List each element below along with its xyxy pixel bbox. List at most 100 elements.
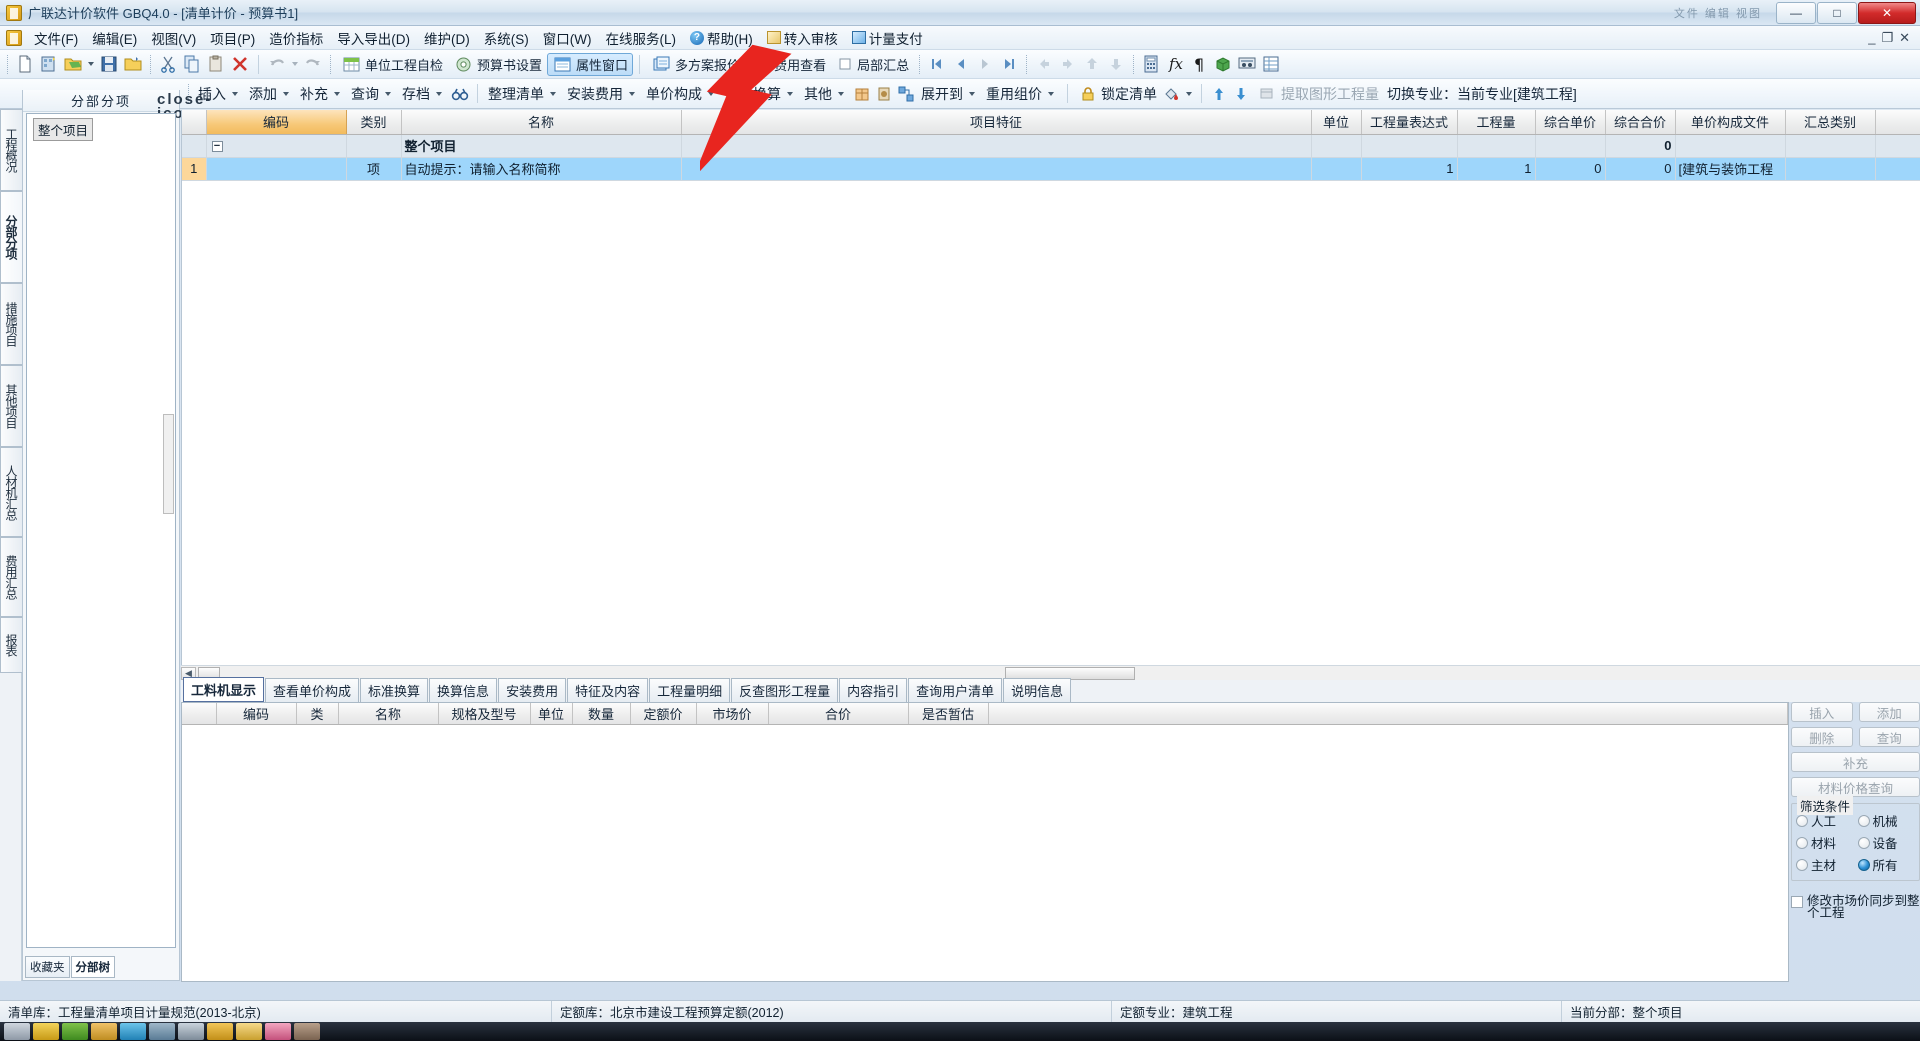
multi-plan-quote-button[interactable]: 多方案报价 — [646, 53, 745, 76]
cell-summary-type[interactable] — [1785, 134, 1876, 158]
menu-file[interactable]: 文件(F) — [27, 25, 85, 51]
arrow-down-icon[interactable] — [1232, 85, 1250, 103]
report-icon[interactable] — [1237, 54, 1257, 74]
budget-settings-button[interactable]: 预算书设置 — [448, 53, 547, 76]
row-header-cell[interactable] — [182, 134, 207, 158]
col-feature[interactable]: 项目特征 — [681, 110, 1312, 135]
cell-category[interactable]: 项 — [346, 157, 402, 181]
radio-icon[interactable] — [1796, 858, 1808, 871]
division-tree-body[interactable]: 整个项目 — [26, 113, 176, 948]
paste-icon[interactable] — [206, 54, 226, 74]
query-button[interactable]: 查询 — [347, 81, 398, 107]
menu-import-export[interactable]: 导入导出(D) — [330, 25, 417, 51]
cell-summary-type[interactable] — [1785, 157, 1876, 181]
reuse-price-button[interactable]: 重用组价 — [982, 81, 1061, 107]
cell-name[interactable]: 自动提示：请输入名称简称 — [401, 157, 682, 181]
tab-install-fee[interactable]: 安装费用 — [498, 678, 567, 702]
taskbar-start-icon[interactable] — [4, 1023, 30, 1040]
cell-code[interactable] — [206, 157, 347, 181]
close-icon[interactable]: close-icon — [157, 92, 210, 121]
formula-icon[interactable]: fx — [1165, 54, 1185, 74]
tab-conversion-info[interactable]: 换算信息 — [429, 678, 498, 702]
menu-measure-payment[interactable]: 计量支付 — [845, 25, 930, 51]
col-qty-expression[interactable]: 工程量表达式 — [1361, 110, 1458, 135]
taskbar-item-1-icon[interactable] — [33, 1023, 59, 1040]
cut-icon[interactable] — [158, 54, 178, 74]
taskbar-item-8-icon[interactable] — [236, 1023, 262, 1040]
unit-price-caret-icon[interactable] — [708, 91, 714, 96]
filter-option-all[interactable]: 所有 — [1857, 855, 1916, 874]
batch-conversion-caret-icon[interactable] — [787, 91, 793, 96]
expand-to-button[interactable]: 展开到 — [917, 81, 982, 107]
radio-icon[interactable] — [1857, 836, 1870, 849]
new-project-icon[interactable] — [39, 54, 59, 74]
first-record-icon[interactable] — [927, 54, 947, 74]
tab-content-guide[interactable]: 内容指引 — [839, 678, 908, 702]
taskbar-item-5-icon[interactable] — [149, 1023, 175, 1040]
radio-selected-icon[interactable] — [1857, 858, 1870, 871]
radio-icon[interactable] — [1796, 836, 1808, 849]
cell-price-file[interactable] — [1675, 134, 1786, 158]
lock-list-button[interactable]: 锁定清单 — [1074, 81, 1161, 107]
filter-option-main-material[interactable]: 主材 — [1796, 855, 1854, 874]
taskbar-item-4-icon[interactable] — [120, 1023, 146, 1040]
filter-option-equipment[interactable]: 设备 — [1857, 833, 1916, 852]
cell-unit[interactable] — [1311, 134, 1362, 158]
vtab-reports[interactable]: 报表 — [0, 617, 22, 673]
arrow-up-icon[interactable] — [1210, 85, 1228, 103]
mdi-minimize-button[interactable]: _ — [1868, 30, 1875, 46]
row-header-cell[interactable]: 1 — [182, 157, 207, 181]
insert-caret-icon[interactable] — [232, 91, 238, 96]
bcol-class[interactable]: 类 — [296, 703, 339, 725]
table-icon[interactable] — [1261, 54, 1281, 74]
col-unit-price[interactable]: 综合单价 — [1535, 110, 1606, 135]
open-dropdown-caret[interactable] — [88, 62, 94, 66]
table-row[interactable]: 1 项 自动提示：请输入名称简称 1 1 0 0 [建筑与装饰工程 — [182, 157, 1920, 181]
query-material-button[interactable]: 查询 — [1858, 727, 1920, 747]
radio-icon[interactable] — [1857, 814, 1870, 827]
supplement-button[interactable]: 补充 — [296, 81, 347, 107]
col-unit[interactable]: 单位 — [1311, 110, 1362, 135]
cell-category[interactable] — [346, 134, 402, 158]
menu-system[interactable]: 系统(S) — [477, 25, 536, 51]
col-rowhead[interactable] — [182, 110, 207, 135]
bcol-extra[interactable] — [988, 703, 1788, 725]
supplement-material-button[interactable]: 补充 — [1791, 752, 1920, 772]
delete-x-icon[interactable] — [230, 54, 250, 74]
tab-description-info[interactable]: 说明信息 — [1003, 678, 1072, 702]
taskbar-item-6-icon[interactable] — [178, 1023, 204, 1040]
bcol-unit[interactable]: 单位 — [530, 703, 573, 725]
close-button[interactable]: ✕ — [1858, 1, 1916, 24]
bcol-rowhead[interactable] — [182, 703, 217, 725]
delete-material-button[interactable]: 删除 — [1791, 727, 1853, 747]
cell-qty-expression[interactable] — [1361, 134, 1458, 158]
bottom-data-grid[interactable]: 编码 类 名称 规格及型号 单位 数量 定额价 市场价 合价 是否暂估 — [181, 702, 1789, 982]
paint-bucket-icon[interactable] — [1163, 85, 1181, 103]
property-window-button[interactable]: 属性窗口 — [547, 52, 634, 76]
other-caret-icon[interactable] — [838, 91, 844, 96]
menu-project[interactable]: 项目(P) — [203, 25, 262, 51]
bcol-spec-model[interactable]: 规格及型号 — [438, 703, 531, 725]
bcol-code[interactable]: 编码 — [216, 703, 297, 725]
tab-standard-conversion[interactable]: 标准换算 — [360, 678, 429, 702]
bcol-quantity[interactable]: 数量 — [572, 703, 631, 725]
cell-name[interactable]: 整个项目 — [401, 134, 682, 158]
taskbar-item-7-icon[interactable] — [207, 1023, 233, 1040]
paint-caret-icon[interactable] — [1186, 91, 1192, 96]
supplement-caret-icon[interactable] — [334, 91, 340, 96]
taskbar-item-9-icon[interactable] — [265, 1023, 291, 1040]
cell-extra[interactable] — [1875, 157, 1920, 181]
install-fee-button[interactable]: 安装费用 — [563, 81, 642, 107]
expander-icon[interactable]: − — [211, 141, 223, 153]
fee-view-button[interactable]: 费用查看 — [745, 53, 831, 76]
cell-total-price[interactable]: 0 — [1605, 157, 1676, 181]
cell-unit[interactable] — [1311, 157, 1362, 181]
cell-total-price[interactable]: 0 — [1605, 134, 1676, 158]
checkbox-icon[interactable] — [1791, 896, 1803, 908]
taskbar-item-3-icon[interactable] — [91, 1023, 117, 1040]
unit-price-composition-button[interactable]: 单价构成 — [642, 81, 721, 107]
vtab-division-items[interactable]: 分部分项 — [0, 191, 22, 283]
col-code[interactable]: 编码 — [206, 110, 347, 135]
insert-material-button[interactable]: 插入 — [1791, 702, 1853, 722]
install-fee-caret-icon[interactable] — [629, 91, 635, 96]
